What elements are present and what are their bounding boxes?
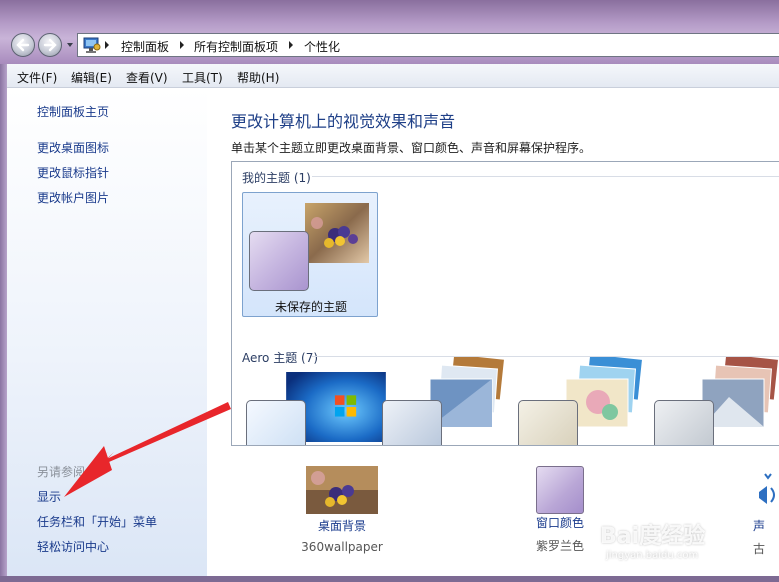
aero-theme-architecture[interactable] bbox=[382, 357, 512, 445]
display-link[interactable]: 显示 bbox=[37, 488, 61, 505]
page-description: 单击某个主题立即更改桌面背景、窗口颜色、声音和屏幕保护程序。 bbox=[231, 141, 592, 155]
aero-theme-characters[interactable] bbox=[518, 357, 648, 445]
flower-photo-thumbnail bbox=[305, 203, 369, 263]
menu-edit[interactable]: 编辑(E) bbox=[71, 69, 112, 86]
menu-tools[interactable]: 工具(T) bbox=[182, 69, 223, 86]
window-glass-preview bbox=[654, 400, 714, 445]
menu-view[interactable]: 查看(V) bbox=[126, 69, 168, 86]
navigation-pane: 控制面板主页 更改桌面图标 更改鼠标指针 更改帐户图片 另请参阅 显示 任务栏和… bbox=[7, 88, 207, 576]
watermark-logo: Bai度经验 bbox=[600, 524, 706, 549]
desktop-background-value: 360wallpaper bbox=[301, 540, 383, 554]
forward-button[interactable] bbox=[38, 33, 62, 57]
sound-speaker-icon bbox=[759, 473, 775, 504]
address-bar[interactable]: 控制面板 所有控制面板项 个性化 bbox=[77, 33, 779, 57]
my-themes-header: 我的主题 (1) bbox=[242, 171, 311, 185]
desktop-background-label[interactable]: 桌面背景 bbox=[297, 517, 387, 534]
window-color-swatch bbox=[536, 466, 584, 514]
taskbar-start-menu-link[interactable]: 任务栏和「开始」菜单 bbox=[37, 513, 157, 530]
breadcrumb-control-panel[interactable]: 控制面板 bbox=[121, 38, 169, 55]
recent-pages-dropdown-icon[interactable] bbox=[66, 42, 74, 48]
see-also-heading: 另请参阅 bbox=[37, 465, 86, 479]
breadcrumb-chevron-icon[interactable] bbox=[288, 40, 294, 50]
baidu-jingyan-watermark: Bai度经验 jingyan.baidu.com bbox=[600, 518, 705, 561]
sound-label[interactable]: 声 bbox=[753, 517, 779, 534]
window-glass-preview bbox=[382, 400, 442, 445]
control-panel-icon bbox=[83, 37, 101, 53]
back-arrow-icon bbox=[16, 38, 30, 52]
desktop-background-thumbnail bbox=[306, 466, 378, 514]
window-color-label[interactable]: 窗口颜色 bbox=[522, 514, 598, 531]
window-color-value: 紫罗兰色 bbox=[535, 539, 584, 553]
window-glass-preview bbox=[518, 400, 578, 445]
main-content: 更改计算机上的视觉效果和声音 单击某个主题立即更改桌面背景、窗口颜色、声音和屏幕… bbox=[207, 88, 779, 576]
aero-theme-windows-7[interactable] bbox=[246, 372, 386, 445]
ease-of-access-link[interactable]: 轻松访问中心 bbox=[37, 538, 109, 555]
aero-themes-header: Aero 主题 (7) bbox=[242, 351, 319, 365]
menu-help[interactable]: 帮助(H) bbox=[237, 69, 279, 86]
change-account-picture-link[interactable]: 更改帐户图片 bbox=[37, 189, 109, 206]
watermark-url: jingyan.baidu.com bbox=[606, 550, 699, 561]
window-glass-preview bbox=[246, 400, 306, 445]
breadcrumb-all-items[interactable]: 所有控制面板项 bbox=[194, 38, 278, 55]
control-panel-home-link[interactable]: 控制面板主页 bbox=[37, 103, 109, 120]
window-glass-preview bbox=[249, 231, 309, 291]
desktop-background-setting[interactable]: 桌面背景 360wallpaper bbox=[297, 466, 387, 554]
page-title: 更改计算机上的视觉效果和声音 bbox=[231, 112, 456, 131]
window-color-setting[interactable]: 窗口颜色 紫罗兰色 bbox=[522, 466, 598, 554]
window-left-border bbox=[0, 64, 7, 576]
breadcrumb-personalization[interactable]: 个性化 bbox=[304, 38, 340, 55]
change-desktop-icons-link[interactable]: 更改桌面图标 bbox=[37, 139, 109, 156]
theme-list[interactable]: 我的主题 (1) 未保存的主题 Aero 主题 (7) bbox=[231, 161, 779, 446]
aero-theme-landscapes[interactable] bbox=[654, 357, 779, 445]
forward-arrow-icon bbox=[43, 38, 57, 52]
menu-file[interactable]: 文件(F) bbox=[17, 69, 57, 86]
unsaved-theme-label: 未保存的主题 bbox=[274, 300, 347, 314]
sound-value: 古 bbox=[753, 542, 766, 556]
sound-setting[interactable]: 声 古 bbox=[753, 466, 779, 557]
back-button[interactable] bbox=[11, 33, 35, 57]
change-mouse-pointers-link[interactable]: 更改鼠标指针 bbox=[37, 164, 109, 181]
menu-bar: 文件(F) 编辑(E) 查看(V) 工具(T) 帮助(H) bbox=[7, 64, 779, 88]
breadcrumb-chevron-icon[interactable] bbox=[104, 40, 110, 50]
unsaved-theme-tile[interactable]: 未保存的主题 bbox=[242, 192, 378, 317]
group-divider bbox=[312, 176, 779, 177]
breadcrumb-chevron-icon[interactable] bbox=[179, 40, 185, 50]
window-bottom-border bbox=[0, 576, 779, 582]
